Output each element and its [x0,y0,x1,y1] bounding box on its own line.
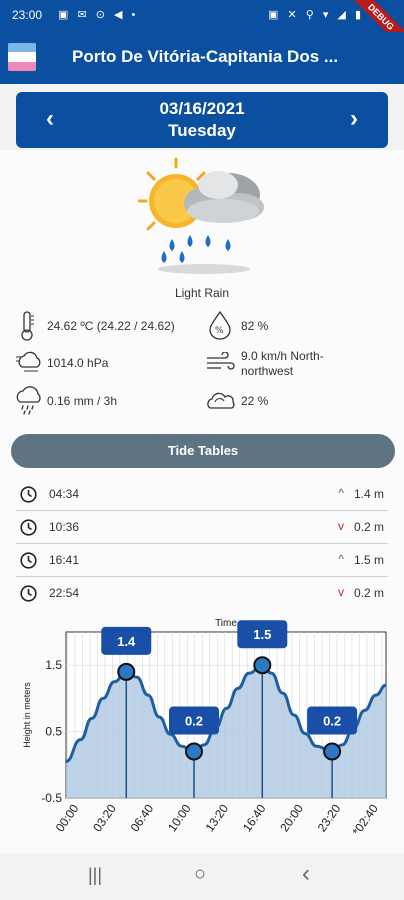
next-day-button[interactable]: › [342,105,366,133]
tide-row: 04:34 ^ 1.4 m [16,478,388,511]
tide-time: 10:36 [49,520,80,534]
clock-icon [20,552,37,569]
clock-icon [20,486,37,503]
chart-y-tick-label: 0.5 [45,725,62,739]
chart-title: Time [215,618,237,629]
chart-point [117,662,136,681]
port-flag-icon [8,43,36,71]
chart-y-tick-label: -0.5 [41,791,62,805]
chart-x-tick-label: 16:40 [240,801,269,834]
chart-x-tick-label: 23:20 [315,801,344,834]
tide-height: 0.2 m [353,520,384,534]
system-status-icons: ▣ ✕ ⚲ ▾ ◢ ▮ [268,9,364,21]
date-navigator: ‹ 03/16/2021 Tuesday › [16,92,388,148]
tide-row: 10:36 v 0.2 m [16,511,388,544]
pressure-value: 1014.0 hPa [47,356,109,370]
chart-point [253,656,272,675]
weekday-label: Tuesday [168,121,236,140]
temperature-value: 24.62 ºC (24.22 / 24.62) [47,319,175,333]
recent-apps-button[interactable]: ||| [88,865,102,886]
tide-time: 22:54 [49,586,80,600]
tide-chart: 1.4 0.2 1.5 0.2 1.5 0.5 -0.500:00 03:20 06:40 10:… [22,618,387,838]
weather-condition: Light Rain [174,286,230,300]
tide-falling-icon: v [338,585,344,599]
wind-icon [207,352,235,370]
tide-row: 16:41 ^ 1.5 m [16,544,388,577]
chart-data-label: 1.4 [117,634,136,649]
humidity-value: 82 % [241,319,269,333]
cloud-sun-rain-icon [138,157,264,274]
tide-height: 1.4 m [353,487,384,501]
tide-height: 1.5 m [353,553,384,567]
tide-rising-icon: ^ [338,552,344,566]
rain-volume-value: 0.16 mm / 3h [47,394,118,408]
chart-x-tick-label: 06:40 [128,801,157,834]
humidity-icon: % [209,310,231,340]
status-bar: 23:00 ▣ ✉ ⊙ ◀ • ▣ ✕ ⚲ ▾ ◢ ▮ DEBUG [0,0,404,54]
wind-direction-line2: northwest [241,364,294,378]
cloudiness-value: 22 % [241,394,269,408]
chart-x-tick-label: 20:00 [277,801,306,834]
status-time: 23:00 [12,8,43,22]
tide-row: 22:54 v 0.2 m [16,577,388,610]
chart-point [185,742,203,761]
tide-rising-icon: ^ [338,486,344,500]
tide-height: 0.2 m [353,586,384,600]
chart-x-tick-label: 00:00 [53,801,82,834]
chart-x-tick-label: 03:20 [90,801,119,834]
chart-x-tick-label: 13:20 [202,801,231,834]
chart-data-label: 1.5 [253,627,271,642]
rain-cloud-icon [16,386,41,415]
tide-tables-button[interactable]: Tide Tables [11,434,395,468]
chart-data-label: 0.2 [185,714,203,729]
app-title: Porto De Vitória-Capitania Dos ... [72,47,339,66]
chart-point [323,742,342,761]
tide-time: 04:34 [49,487,80,501]
clock-icon [20,519,37,536]
notification-icons: ▣ ✉ ⊙ ◀ • [58,9,139,21]
pressure-icon [16,351,41,372]
system-nav-bar: ||| ○ ‹ [0,853,404,900]
chart-y-tick-label: 1.5 [45,658,62,672]
tide-falling-icon: v [338,519,344,533]
app-bar: Porto De Vitória-Capitania Dos ... [0,32,404,84]
thermometer-icon [21,311,34,341]
chart-x-tick-label: *02:40 [349,801,381,838]
tide-time: 16:41 [49,553,80,567]
back-button[interactable]: ‹ [302,860,310,888]
cloudiness-icon [207,392,235,409]
chart-data-label: 0.2 [323,714,341,729]
date-label: 03/16/2021 [159,99,245,118]
svg-text:%: % [215,326,224,336]
home-button[interactable]: ○ [194,863,206,886]
wind-speed-line1: 9.0 km/h North- [241,349,324,363]
chart-y-axis-label: Height in meters [22,682,32,748]
clock-icon [20,585,37,602]
chart-x-tick-label: 10:00 [165,801,194,834]
